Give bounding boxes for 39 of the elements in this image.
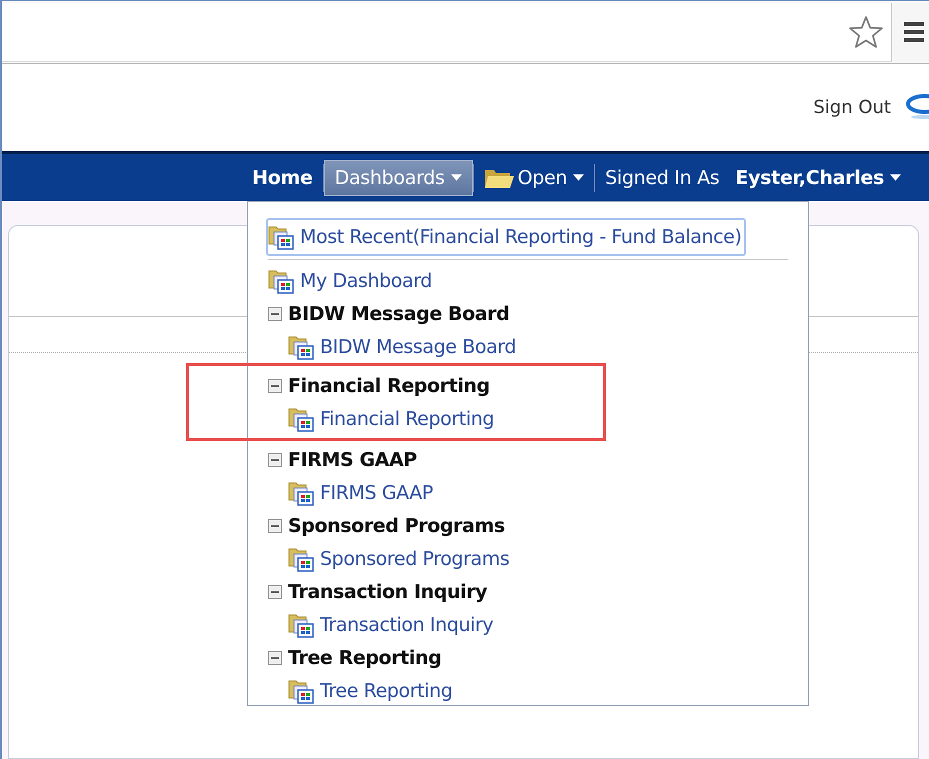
dashboard-icon [288, 678, 314, 704]
group-heading: Transaction Inquiry [288, 580, 488, 602]
dashboard-icon [288, 612, 314, 638]
menu-item[interactable]: Financial Reporting [288, 402, 494, 435]
menu-item[interactable]: BIDW Message Board [288, 330, 516, 363]
dashboard-icon [288, 546, 314, 572]
group-heading: Tree Reporting [288, 646, 442, 668]
sign-out-link[interactable]: Sign Out [813, 97, 891, 118]
dashboard-icon [288, 334, 314, 360]
collapse-icon[interactable] [268, 650, 282, 664]
menu-item[interactable]: Transaction Inquiry [288, 608, 494, 641]
menu-item[interactable]: Sponsored Programs [288, 542, 510, 575]
group-heading: Sponsored Programs [288, 514, 505, 536]
dashboards-menu[interactable]: Dashboards [324, 160, 473, 196]
caret-icon [573, 174, 584, 181]
collapse-icon[interactable] [268, 452, 282, 466]
caret-icon [450, 174, 462, 181]
home-link[interactable]: Home [242, 160, 323, 194]
group-heading: Financial Reporting [288, 374, 490, 396]
menu-item[interactable]: Most Recent(Financial Reporting - Fund Balance) [266, 218, 746, 256]
menu-item[interactable]: FIRMS GAAP [288, 476, 433, 509]
group-heading: BIDW Message Board [288, 302, 510, 324]
dashboard-icon [268, 224, 294, 250]
collapse-icon[interactable] [268, 378, 282, 392]
signed-in-label: Signed In As [604, 166, 720, 190]
menu-item[interactable]: Tree Reporting [288, 674, 452, 707]
star-icon[interactable] [849, 14, 883, 48]
open-menu[interactable]: Open [474, 160, 594, 194]
caret-icon [890, 174, 901, 181]
menu-item[interactable]: My Dashboard [268, 264, 808, 297]
dashboard-icon [288, 406, 314, 432]
dashboard-icon [288, 480, 314, 506]
dashboard-icon [268, 268, 294, 294]
collapse-icon[interactable] [268, 306, 282, 320]
menu-icon[interactable] [904, 21, 924, 43]
collapse-icon[interactable] [268, 518, 282, 532]
user-menu[interactable]: Eyster,Charles [725, 160, 911, 194]
collapse-icon[interactable] [268, 584, 282, 598]
group-heading: FIRMS GAAP [288, 448, 417, 470]
